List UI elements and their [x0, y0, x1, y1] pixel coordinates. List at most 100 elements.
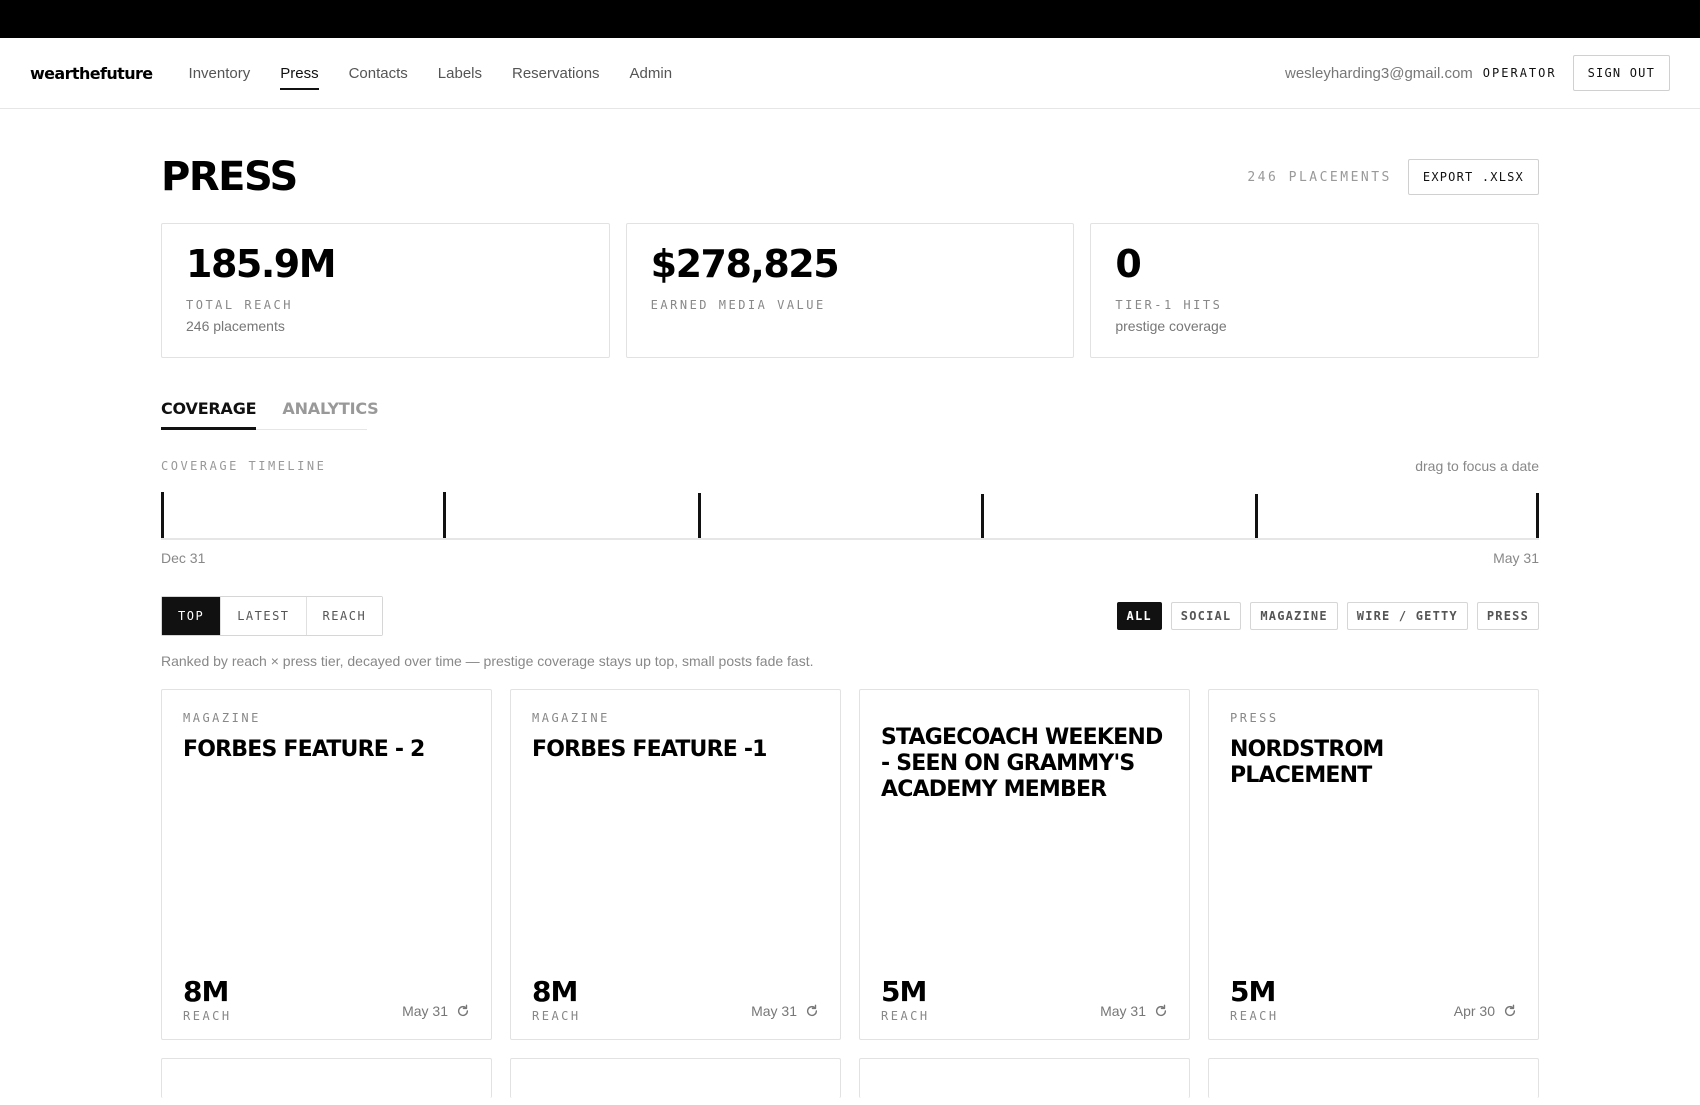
card-reach: 5M [1230, 975, 1276, 1008]
card-date-text: May 31 [751, 1003, 797, 1019]
filter-social-chip[interactable]: SOCIAL [1170, 602, 1242, 630]
card-reach: 8M [532, 975, 578, 1008]
timeline-hint: drag to focus a date [1415, 458, 1539, 474]
filter-all-chip[interactable]: ALL [1116, 602, 1162, 630]
sort-reach-button[interactable]: REACH [305, 597, 383, 635]
card-reach-label: REACH [881, 1009, 930, 1023]
timeline-tick [1536, 493, 1539, 538]
placement-card[interactable]: MAGAZINE FORBES FEATURE -1 8M REACH May … [510, 689, 841, 1040]
card-date: May 31 [402, 1003, 470, 1019]
card-title: FORBES FEATURE - 2 [183, 737, 425, 762]
stat-label: TIER-1 HITS [1115, 298, 1223, 312]
card-reach: 5M [881, 975, 927, 1008]
placement-cards: MAGAZINE FORBES FEATURE - 2 8M REACH May… [161, 689, 1539, 1098]
timeline-tick [161, 492, 164, 538]
placement-card[interactable]: PRESS NORDSTROM PLACEMENT 5M REACH Apr 3… [1208, 689, 1539, 1040]
user-area: wesleyharding3@gmail.com OPERATOR SIGN O… [1285, 55, 1670, 91]
stat-card-tier1-hits: 0 TIER-1 HITS prestige coverage [1090, 223, 1540, 358]
filter-press-chip[interactable]: PRESS [1476, 602, 1539, 630]
card-reach-label: REACH [183, 1009, 232, 1023]
stat-card-earned-media-value: $278,825 EARNED MEDIA VALUE [625, 223, 1075, 358]
timeline-end-label: May 31 [1493, 550, 1539, 566]
placement-card-partial[interactable] [510, 1058, 841, 1098]
export-xlsx-button[interactable]: EXPORT .XLSX [1407, 159, 1539, 195]
card-footer: 8M REACH May 31 [532, 977, 819, 1023]
nav-link-contacts[interactable]: Contacts [349, 38, 408, 108]
nav-link-admin[interactable]: Admin [630, 38, 673, 108]
sort-top-button[interactable]: TOP [162, 597, 221, 635]
card-reach-label: REACH [1230, 1009, 1279, 1023]
tab-coverage[interactable]: COVERAGE [161, 399, 257, 430]
card-footer: 5M REACH Apr 30 [1230, 977, 1517, 1023]
page-title: PRESS [161, 154, 298, 200]
card-date: May 31 [751, 1003, 819, 1019]
card-date-text: May 31 [402, 1003, 448, 1019]
browser-top-bar [0, 0, 1700, 38]
coverage-timeline[interactable] [161, 488, 1539, 540]
stat-sub: prestige coverage [1115, 318, 1227, 334]
user-email: wesleyharding3@gmail.com [1284, 64, 1473, 82]
stat-value: 0 [1115, 242, 1141, 286]
timeline-header: COVERAGE TIMELINE drag to focus a date [161, 458, 1539, 474]
stat-label: TOTAL REACH [186, 298, 293, 312]
brand-logo[interactable]: wearthefuture [30, 64, 153, 83]
card-date: May 31 [1100, 1003, 1168, 1019]
nav-link-labels[interactable]: Labels [438, 38, 482, 108]
filter-wire-getty-chip[interactable]: WIRE / GETTY [1346, 602, 1468, 630]
placement-card[interactable]: MAGAZINE FORBES FEATURE - 2 8M REACH May… [161, 689, 492, 1040]
list-controls: TOP LATEST REACH ALL SOCIAL MAGAZINE WIR… [161, 596, 1539, 636]
timeline-start-label: Dec 31 [161, 550, 206, 566]
card-footer: 5M REACH May 31 [881, 977, 1168, 1023]
card-category: MAGAZINE [183, 711, 261, 725]
card-date: Apr 30 [1454, 1003, 1517, 1019]
timeline-tick [981, 494, 984, 538]
sign-out-button[interactable]: SIGN OUT [1572, 55, 1670, 91]
nav-links: Inventory Press Contacts Labels Reservat… [189, 38, 673, 108]
placement-card-partial[interactable] [1208, 1058, 1539, 1098]
sort-toggle: TOP LATEST REACH [161, 596, 384, 636]
card-date-text: Apr 30 [1453, 1003, 1495, 1019]
stat-value: 185.9M [186, 242, 337, 286]
card-category: PRESS [1230, 711, 1279, 725]
card-footer: 8M REACH May 31 [183, 977, 470, 1023]
refresh-icon[interactable] [805, 1004, 819, 1018]
timeline-tick [443, 492, 446, 538]
nav-link-reservations[interactable]: Reservations [512, 38, 600, 108]
view-tabs: COVERAGE ANALYTICS [161, 399, 1539, 430]
top-navigation: wearthefuture Inventory Press Contacts L… [0, 38, 1700, 109]
stat-label: EARNED MEDIA VALUE [650, 298, 826, 312]
card-reach: 8M [183, 975, 229, 1008]
card-title: FORBES FEATURE -1 [532, 737, 767, 762]
refresh-icon[interactable] [456, 1004, 470, 1018]
nav-link-inventory[interactable]: Inventory [189, 38, 251, 108]
tab-analytics[interactable]: ANALYTICS [282, 399, 378, 430]
user-role: OPERATOR [1482, 66, 1557, 80]
filter-magazine-chip[interactable]: MAGAZINE [1250, 602, 1338, 630]
nav-link-press[interactable]: Press [280, 38, 319, 108]
card-category: MAGAZINE [532, 711, 610, 725]
stat-sub: 246 placements [186, 318, 285, 334]
page-header: PRESS 246 PLACEMENTS EXPORT .XLSX [161, 148, 1539, 206]
placement-card-partial[interactable] [859, 1058, 1190, 1098]
card-date-text: May 31 [1100, 1003, 1146, 1019]
stats-row: 185.9M TOTAL REACH 246 placements $278,8… [161, 223, 1540, 358]
category-filters: ALL SOCIAL MAGAZINE WIRE / GETTY PRESS [1116, 602, 1539, 630]
timeline-tick [698, 493, 701, 538]
placements-count: 246 PLACEMENTS [1247, 169, 1392, 185]
timeline-label: COVERAGE TIMELINE [161, 459, 327, 473]
placement-card-partial[interactable] [161, 1058, 492, 1098]
refresh-icon[interactable] [1503, 1004, 1517, 1018]
stat-card-total-reach: 185.9M TOTAL REACH 246 placements [161, 223, 610, 358]
sort-latest-button[interactable]: LATEST [220, 597, 306, 635]
timeline-axis-labels: Dec 31 May 31 [161, 550, 1539, 566]
card-title: NORDSTROM PLACEMENT [1230, 737, 1384, 788]
card-reach-label: REACH [532, 1009, 581, 1023]
stat-value: $278,825 [650, 242, 840, 286]
placement-card[interactable]: STAGECOACH WEEKEND - SEEN ON GRAMMY'S AC… [859, 689, 1190, 1040]
refresh-icon[interactable] [1154, 1004, 1168, 1018]
timeline-tick [1255, 494, 1258, 538]
press-page: PRESS 246 PLACEMENTS EXPORT .XLSX 185.9M… [161, 148, 1540, 1098]
card-title: STAGECOACH WEEKEND - SEEN ON GRAMMY'S AC… [881, 725, 1163, 802]
header-actions: 246 PLACEMENTS EXPORT .XLSX [1247, 159, 1539, 195]
ranking-note: Ranked by reach × press tier, decayed ov… [161, 653, 814, 669]
